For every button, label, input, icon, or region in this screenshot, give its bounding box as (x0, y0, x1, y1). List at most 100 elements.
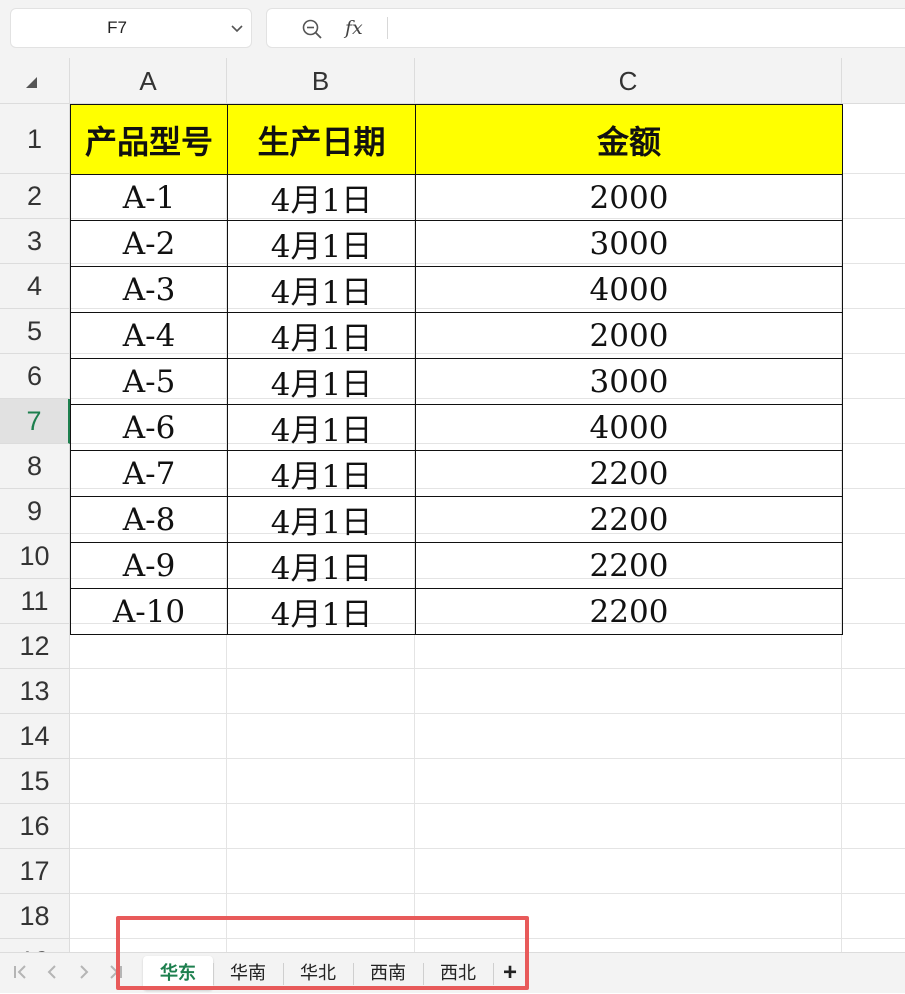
table-cell[interactable]: A-4 (70, 312, 228, 359)
select-all-icon (26, 77, 37, 88)
table-row: A-4 4月1日 2000 (70, 312, 843, 359)
formula-input[interactable]: fx (266, 8, 905, 48)
row-header-1[interactable]: 1 (0, 104, 70, 174)
formula-bar-area: F7 fx (0, 0, 905, 58)
table-cell[interactable]: 4月1日 (227, 358, 416, 405)
table-cell[interactable]: A-7 (70, 450, 228, 497)
gridline (70, 713, 905, 714)
gridline (70, 668, 905, 669)
tab-separator (213, 963, 214, 985)
gridline (70, 803, 905, 804)
tab-separator (283, 963, 284, 985)
row-header-9[interactable]: 9 (0, 489, 70, 534)
table-row: A-9 4月1日 2200 (70, 542, 843, 589)
row-header-15[interactable]: 15 (0, 759, 70, 804)
data-table: 产品型号 生产日期 金额 A-1 4月1日 2000 A-2 4月1日 3000 A-3 4月1日 4… (70, 104, 843, 635)
header-cell[interactable]: 产品型号 (70, 104, 228, 175)
row-header-11[interactable]: 11 (0, 579, 70, 624)
table-cell[interactable]: A-2 (70, 220, 228, 267)
table-cell[interactable]: A-1 (70, 174, 228, 221)
name-box[interactable]: F7 (10, 8, 252, 48)
tab-separator (423, 963, 424, 985)
fx-icon[interactable]: fx (345, 9, 363, 47)
sheet-tab[interactable]: 西北 (423, 956, 493, 990)
row-header-17[interactable]: 17 (0, 849, 70, 894)
table-row: A-6 4月1日 4000 (70, 404, 843, 451)
gridline (70, 893, 905, 894)
sheet-tab[interactable]: 华北 (283, 956, 353, 990)
table-cell[interactable]: 4月1日 (227, 312, 416, 359)
table-row: A-1 4月1日 2000 (70, 174, 843, 221)
table-cell[interactable]: A-6 (70, 404, 228, 451)
first-sheet-icon[interactable] (6, 958, 34, 986)
table-cell[interactable]: A-5 (70, 358, 228, 405)
table-cell[interactable]: A-10 (70, 588, 228, 635)
row-header-3[interactable]: 3 (0, 219, 70, 264)
chevron-down-icon[interactable] (229, 20, 245, 36)
sheet-tab[interactable]: 华南 (213, 956, 283, 990)
select-all-corner[interactable] (0, 58, 70, 104)
column-header-c[interactable]: C (415, 58, 842, 104)
table-row: A-3 4月1日 4000 (70, 266, 843, 313)
table-header-row: 产品型号 生产日期 金额 (70, 104, 843, 175)
row-header-18[interactable]: 18 (0, 894, 70, 939)
gridline (70, 758, 905, 759)
row-header-6[interactable]: 6 (0, 354, 70, 399)
last-sheet-icon[interactable] (102, 958, 130, 986)
table-cell[interactable]: 4月1日 (227, 450, 416, 497)
table-row: A-7 4月1日 2200 (70, 450, 843, 497)
gridline (70, 938, 905, 939)
table-row: A-5 4月1日 3000 (70, 358, 843, 405)
zoom-out-icon[interactable] (301, 18, 323, 40)
table-cell[interactable]: A-8 (70, 496, 228, 543)
table-cell[interactable]: 4月1日 (227, 404, 416, 451)
table-cell[interactable]: 4月1日 (227, 588, 416, 635)
table-cell[interactable]: 2200 (415, 542, 843, 589)
table-row: A-10 4月1日 2200 (70, 588, 843, 635)
table-cell[interactable]: 4月1日 (227, 266, 416, 313)
table-cell[interactable]: 4000 (415, 404, 843, 451)
row-header-16[interactable]: 16 (0, 804, 70, 849)
row-header-13[interactable]: 13 (0, 669, 70, 714)
sheet-tab-bar: 华东 华南 华北 西南 西北 + (0, 952, 905, 993)
table-cell[interactable]: 2000 (415, 174, 843, 221)
row-header-14[interactable]: 14 (0, 714, 70, 759)
gridline (70, 848, 905, 849)
tab-separator (493, 963, 494, 985)
add-sheet-button[interactable]: + (498, 956, 522, 990)
table-cell[interactable]: 4月1日 (227, 542, 416, 589)
table-cell[interactable]: 3000 (415, 220, 843, 267)
row-header-10[interactable]: 10 (0, 534, 70, 579)
table-cell[interactable]: 4月1日 (227, 174, 416, 221)
table-cell[interactable]: 2000 (415, 312, 843, 359)
table-cell[interactable]: 4月1日 (227, 496, 416, 543)
column-header-d[interactable] (842, 58, 905, 104)
row-header-8[interactable]: 8 (0, 444, 70, 489)
row-header-5[interactable]: 5 (0, 309, 70, 354)
row-header-12[interactable]: 12 (0, 624, 70, 669)
table-cell[interactable]: 2200 (415, 588, 843, 635)
table-cell[interactable]: 4月1日 (227, 220, 416, 267)
column-header-b[interactable]: B (227, 58, 415, 104)
table-cell[interactable]: 4000 (415, 266, 843, 313)
prev-sheet-icon[interactable] (38, 958, 66, 986)
row-header-7[interactable]: 7 (0, 399, 70, 444)
table-cell[interactable]: 3000 (415, 358, 843, 405)
table-cell[interactable]: A-9 (70, 542, 228, 589)
table-cell[interactable]: 2200 (415, 450, 843, 497)
header-cell[interactable]: 金额 (415, 104, 843, 175)
row-header-2[interactable]: 2 (0, 174, 70, 219)
tab-separator (353, 963, 354, 985)
column-header-a[interactable]: A (70, 58, 227, 104)
header-cell[interactable]: 生产日期 (227, 104, 416, 175)
name-box-value: F7 (107, 18, 127, 37)
table-row: A-2 4月1日 3000 (70, 220, 843, 267)
table-cell[interactable]: A-3 (70, 266, 228, 313)
sheet-tab[interactable]: 西南 (353, 956, 423, 990)
formula-divider (387, 17, 388, 39)
table-row: A-8 4月1日 2200 (70, 496, 843, 543)
table-cell[interactable]: 2200 (415, 496, 843, 543)
row-header-4[interactable]: 4 (0, 264, 70, 309)
sheet-tab[interactable]: 华东 (143, 956, 213, 990)
next-sheet-icon[interactable] (70, 958, 98, 986)
